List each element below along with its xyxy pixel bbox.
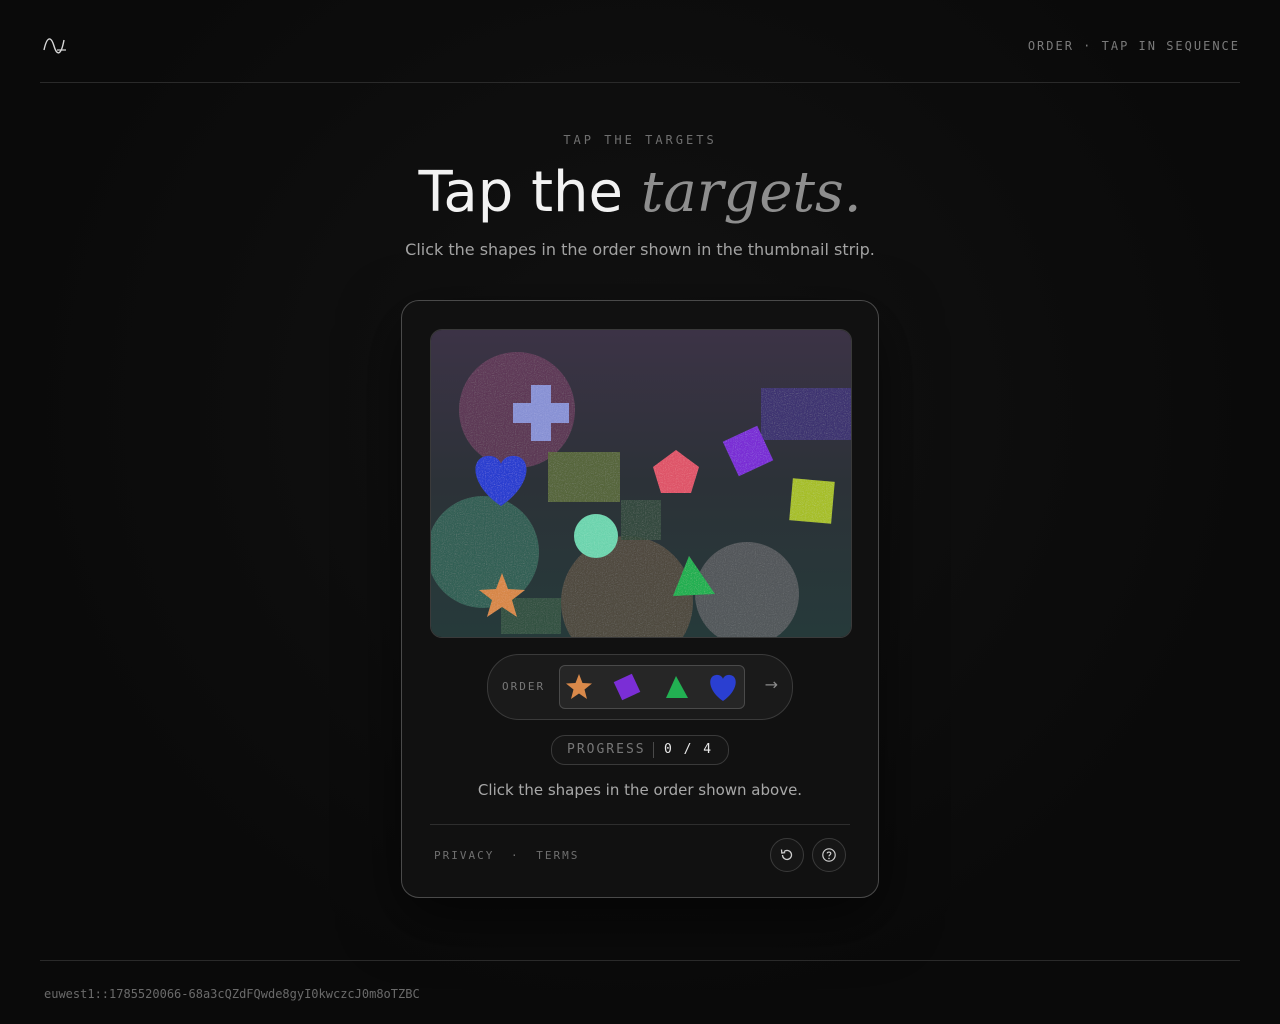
challenge-canvas[interactable] (430, 329, 852, 638)
header-tag: ORDER · TAP IN SEQUENCE (1027, 39, 1240, 53)
order-label: ORDER (502, 680, 546, 693)
card-divider (430, 824, 850, 825)
order-strip: ORDER → (487, 654, 793, 720)
thumbnail-strip (559, 665, 745, 709)
page: ORDER · TAP IN SEQUENCE TAP THE TARGETS … (0, 0, 1280, 1024)
progress-value: 0 / 4 (664, 742, 714, 757)
terms-link[interactable]: TERMS (536, 849, 579, 862)
card-links: PRIVACY · TERMS (434, 849, 579, 862)
privacy-link[interactable]: PRIVACY (434, 849, 494, 862)
footer-divider (40, 960, 1240, 961)
heart-icon[interactable] (706, 670, 740, 704)
circle-shape[interactable] (574, 514, 618, 558)
decoy-square (621, 500, 661, 540)
instruction-text: Click the shapes in the order shown abov… (477, 781, 803, 799)
header: ORDER · TAP IN SEQUENCE (40, 0, 1240, 83)
refresh-button[interactable] (770, 838, 804, 872)
square-shape[interactable] (789, 478, 835, 524)
star-icon[interactable] (562, 670, 596, 704)
help-icon (822, 848, 836, 862)
progress-label: PROGRESS (567, 742, 646, 757)
help-button[interactable] (812, 838, 846, 872)
diamond-icon[interactable] (610, 670, 644, 704)
link-separator: · (510, 849, 520, 862)
next-arrow-icon[interactable]: → (765, 675, 778, 694)
eyebrow: TAP THE TARGETS (563, 133, 717, 147)
page-title: Tap the targets. (0, 158, 1280, 228)
progress-badge: PROGRESS 0 / 4 (551, 735, 729, 765)
session-id: euwest1::1785520066-68a3cQZdFQwde8gyI0kw… (44, 987, 420, 1001)
wave-logo-icon[interactable] (42, 34, 68, 56)
triangle-icon[interactable] (660, 670, 694, 704)
square-shape[interactable] (548, 452, 620, 502)
refresh-icon (780, 849, 793, 861)
title-main: Tap the (418, 160, 623, 225)
page-subtitle: Click the shapes in the order shown in t… (405, 240, 875, 259)
challenge-card: ORDER → PROGRESS 0 / 4 Click the shapes … (401, 300, 879, 898)
title-emphasis: targets. (640, 160, 862, 225)
rectangle-shape[interactable] (761, 388, 851, 440)
progress-divider (653, 742, 654, 758)
